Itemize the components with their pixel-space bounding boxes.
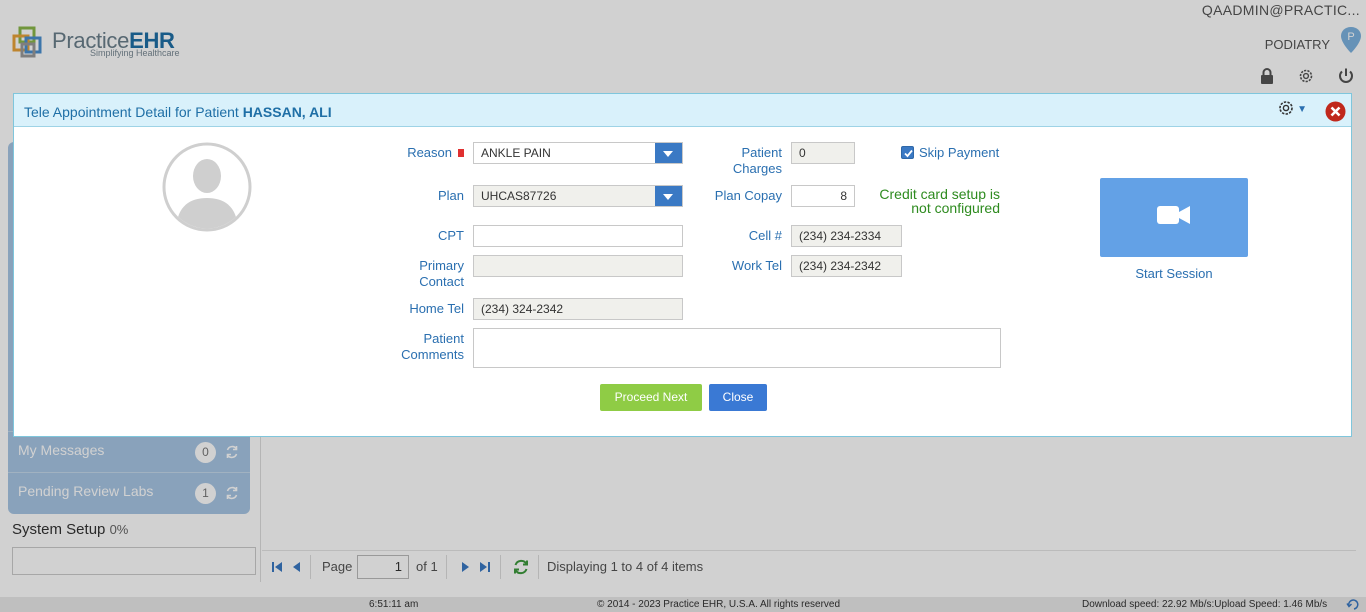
reason-value: ANKLE PAIN <box>481 146 551 160</box>
tele-appointment-dialog: Tele Appointment Detail for Patient HASS… <box>13 93 1352 437</box>
proceed-next-button[interactable]: Proceed Next <box>600 384 702 411</box>
cpt-label: CPT <box>438 228 464 243</box>
video-camera-icon <box>1157 206 1190 224</box>
reason-label-text: Reason <box>407 145 452 160</box>
credit-card-message: Credit card setup is not configured <box>854 187 1000 215</box>
checkmark-icon <box>904 149 913 158</box>
patient-comments-label-line1: Patient <box>423 331 464 346</box>
plan-value: UHCAS87726 <box>481 189 557 203</box>
dialog-title: Tele Appointment Detail for Patient HASS… <box>24 104 332 120</box>
patient-name: HASSAN, ALI <box>242 104 332 120</box>
patient-comments-label: Patient Comments <box>374 331 464 363</box>
dialog-title-prefix: Tele Appointment Detail for Patient <box>24 104 243 120</box>
home-tel-field[interactable]: (234) 324-2342 <box>473 298 683 320</box>
primary-contact-label-line1: Primary <box>419 258 464 273</box>
plan-select[interactable]: UHCAS87726 <box>473 185 683 207</box>
patient-comments-label-line2: Comments <box>401 347 464 362</box>
start-session-label[interactable]: Start Session <box>1100 266 1248 281</box>
reason-select[interactable]: ANKLE PAIN <box>473 142 683 164</box>
start-session-button[interactable] <box>1100 178 1248 257</box>
work-tel-field[interactable]: (234) 234-2342 <box>791 255 902 277</box>
plan-copay-input[interactable]: 8 <box>791 185 855 207</box>
cpt-input[interactable] <box>473 225 683 247</box>
reason-label: Reason <box>374 145 464 161</box>
patient-comments-textarea[interactable] <box>473 328 1001 368</box>
patient-charges-label: Patient Charges <box>704 145 782 177</box>
skip-payment-label[interactable]: Skip Payment <box>919 145 999 160</box>
dialog-settings-gear-icon[interactable] <box>1277 99 1295 117</box>
plan-copay-label: Plan Copay <box>714 188 782 203</box>
home-tel-label: Home Tel <box>409 301 464 316</box>
plan-dropdown-button[interactable] <box>655 186 682 206</box>
work-tel-label: Work Tel <box>731 258 782 273</box>
skip-payment-checkbox[interactable] <box>901 146 914 159</box>
reason-dropdown-button[interactable] <box>655 143 682 163</box>
caret-down-icon[interactable]: ▼ <box>1297 104 1307 115</box>
primary-contact-field[interactable] <box>473 255 683 277</box>
primary-contact-label: Primary Contact <box>374 258 464 290</box>
close-button[interactable]: Close <box>709 384 767 411</box>
cell-field[interactable]: (234) 234-2334 <box>791 225 902 247</box>
primary-contact-label-line2: Contact <box>419 274 464 289</box>
patient-charges-label-line1: Patient <box>741 145 782 160</box>
cell-label: Cell # <box>748 228 782 243</box>
patient-avatar <box>162 142 252 232</box>
dialog-header: Tele Appointment Detail for Patient HASS… <box>14 94 1351 127</box>
credit-card-message-line2: not configured <box>911 200 1000 216</box>
patient-charges-field[interactable]: 0 <box>791 142 855 164</box>
required-indicator <box>458 149 464 157</box>
patient-charges-label-line2: Charges <box>732 161 782 176</box>
close-icon[interactable] <box>1325 101 1346 122</box>
plan-label: Plan <box>437 188 464 203</box>
